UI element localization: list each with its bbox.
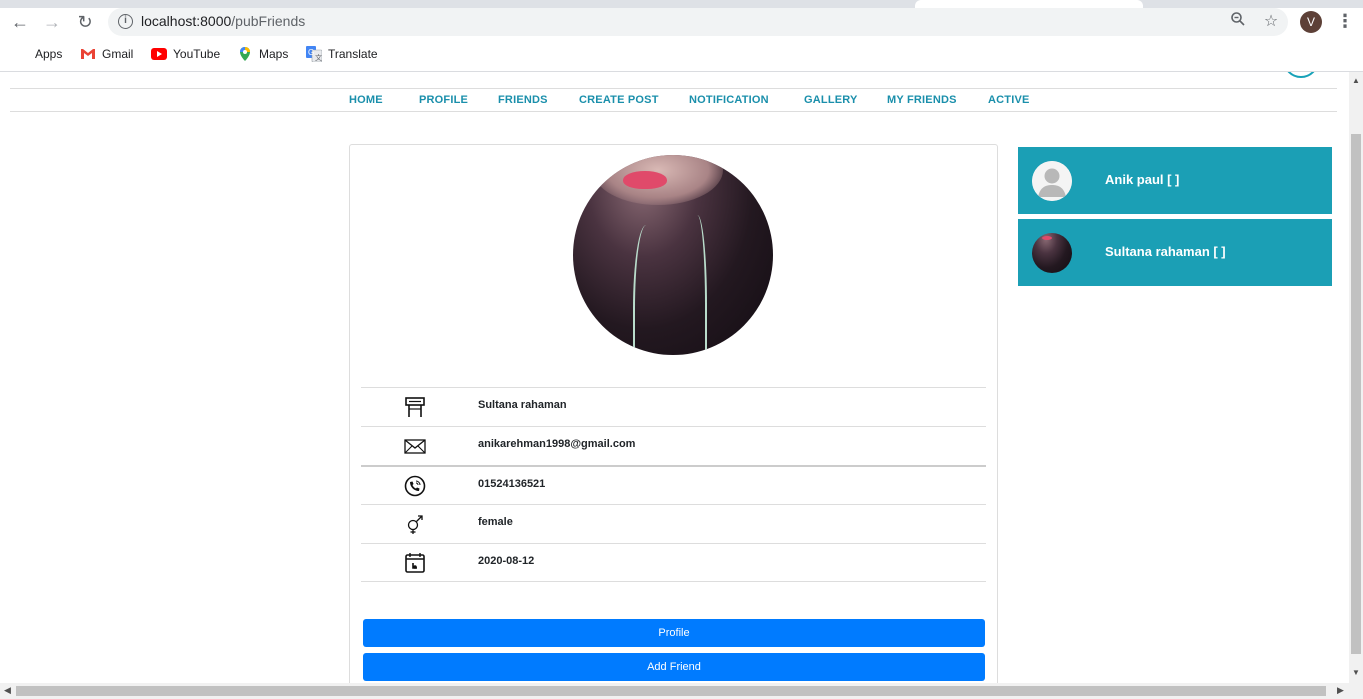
phone-icon: [404, 475, 426, 497]
profile-phone: 01524136521: [478, 478, 546, 490]
translate-icon: G文: [306, 46, 322, 62]
url-host: localhost:8000: [141, 13, 232, 29]
bookmark-gmail[interactable]: Gmail: [80, 46, 133, 62]
avatar: [1032, 161, 1072, 201]
horizontal-scrollbar[interactable]: ◀ ▶: [0, 683, 1363, 699]
envelope-icon: [404, 439, 426, 454]
page-content: HOME PROFILE FRIENDS CREATE POST NOTIFIC…: [0, 72, 1349, 683]
header-logo-circle: [1283, 72, 1319, 78]
info-row-date: 2020-08-12: [361, 543, 986, 582]
calendar-icon: [405, 553, 425, 573]
gender-icon: [407, 515, 423, 534]
bookmark-star-icon[interactable]: ☆: [1260, 11, 1282, 33]
nav-create-post[interactable]: CREATE POST: [579, 94, 659, 106]
bookmark-label: Translate: [328, 47, 378, 61]
info-row-email: anikarehman1998@gmail.com: [361, 426, 986, 465]
forward-icon[interactable]: →: [40, 11, 64, 33]
nav-friends[interactable]: FRIENDS: [498, 94, 548, 106]
apps-grid-icon: [13, 46, 29, 62]
nav-active[interactable]: ACTIVE: [988, 94, 1030, 106]
url-text[interactable]: localhost:8000/pubFriends: [141, 13, 305, 29]
maps-icon: [240, 47, 250, 61]
profile-email: anikarehman1998@gmail.com: [478, 438, 636, 450]
nav-gallery[interactable]: GALLERY: [804, 94, 858, 106]
main-nav: HOME PROFILE FRIENDS CREATE POST NOTIFIC…: [10, 88, 1337, 112]
bookmark-label: Maps: [259, 47, 289, 61]
info-row-name: Sultana rahaman: [361, 387, 986, 426]
info-row-gender: female: [361, 504, 986, 543]
profile-gender: female: [478, 516, 513, 528]
tab-strip: [0, 0, 1363, 8]
nav-my-friends[interactable]: MY FRIENDS: [887, 94, 957, 106]
site-info-icon[interactable]: i: [118, 14, 133, 29]
svg-text:G: G: [308, 48, 314, 57]
nav-profile[interactable]: PROFILE: [419, 94, 468, 106]
reload-icon[interactable]: ↻: [73, 11, 97, 33]
vertical-scrollbar[interactable]: ▲ ▼: [1349, 72, 1363, 683]
gmail-icon: [81, 49, 95, 59]
signboard-icon: [405, 397, 425, 417]
info-row-phone: 01524136521: [361, 465, 986, 504]
back-icon[interactable]: ←: [8, 11, 32, 33]
scrollbar-thumb[interactable]: [16, 686, 1326, 696]
profile-name: Sultana rahaman: [478, 399, 567, 411]
add-friend-button[interactable]: Add Friend: [363, 653, 985, 681]
friend-card[interactable]: Sultana rahaman [ ]: [1018, 219, 1332, 286]
address-bar[interactable]: i localhost:8000/pubFriends ☆: [108, 8, 1288, 36]
svg-text:文: 文: [315, 53, 322, 62]
bookmark-translate[interactable]: G文 Translate: [306, 46, 378, 62]
bookmark-label: Gmail: [102, 47, 134, 61]
bookmark-youtube[interactable]: YouTube: [151, 46, 220, 62]
profile-button[interactable]: Profile: [363, 619, 985, 647]
browser-toolbar: ← → ↻ i localhost:8000/pubFriends ☆: [0, 8, 1363, 36]
profile-avatar[interactable]: V: [1300, 11, 1322, 33]
user-silhouette-icon: [1032, 161, 1072, 201]
nav-home[interactable]: HOME: [349, 94, 383, 106]
friend-card[interactable]: Anik paul [ ]: [1018, 147, 1332, 214]
bookmark-apps[interactable]: Apps: [13, 46, 62, 62]
zoom-icon[interactable]: [1227, 11, 1249, 33]
bookmark-maps[interactable]: Maps: [237, 46, 288, 62]
url-path: /pubFriends: [231, 13, 306, 29]
youtube-icon: [151, 48, 167, 60]
scroll-up-icon[interactable]: ▲: [1352, 76, 1360, 85]
scroll-left-icon[interactable]: ◀: [4, 685, 11, 696]
friend-name[interactable]: Sultana rahaman [ ]: [1105, 244, 1226, 259]
nav-notification[interactable]: NOTIFICATION: [689, 94, 769, 106]
scrollbar-thumb[interactable]: [1351, 134, 1361, 654]
bookmark-label: YouTube: [173, 47, 221, 61]
profile-card: Sultana rahaman anikarehman1998@gmail.co…: [349, 144, 998, 683]
profile-date: 2020-08-12: [478, 555, 535, 567]
profile-photo: [573, 155, 773, 355]
scroll-down-icon[interactable]: ▼: [1352, 668, 1360, 677]
friend-name[interactable]: Anik paul [ ]: [1105, 172, 1179, 187]
active-tab[interactable]: [915, 0, 1143, 8]
avatar: [1032, 233, 1072, 273]
profile-info-table: Sultana rahaman anikarehman1998@gmail.co…: [361, 387, 986, 582]
bookmark-label: Apps: [35, 47, 63, 61]
browser-menu-icon[interactable]: ⋮: [1336, 10, 1354, 34]
scroll-right-icon[interactable]: ▶: [1337, 685, 1344, 696]
bookmarks-bar: Apps Gmail YouTube Maps G文 Translate: [0, 40, 1363, 68]
